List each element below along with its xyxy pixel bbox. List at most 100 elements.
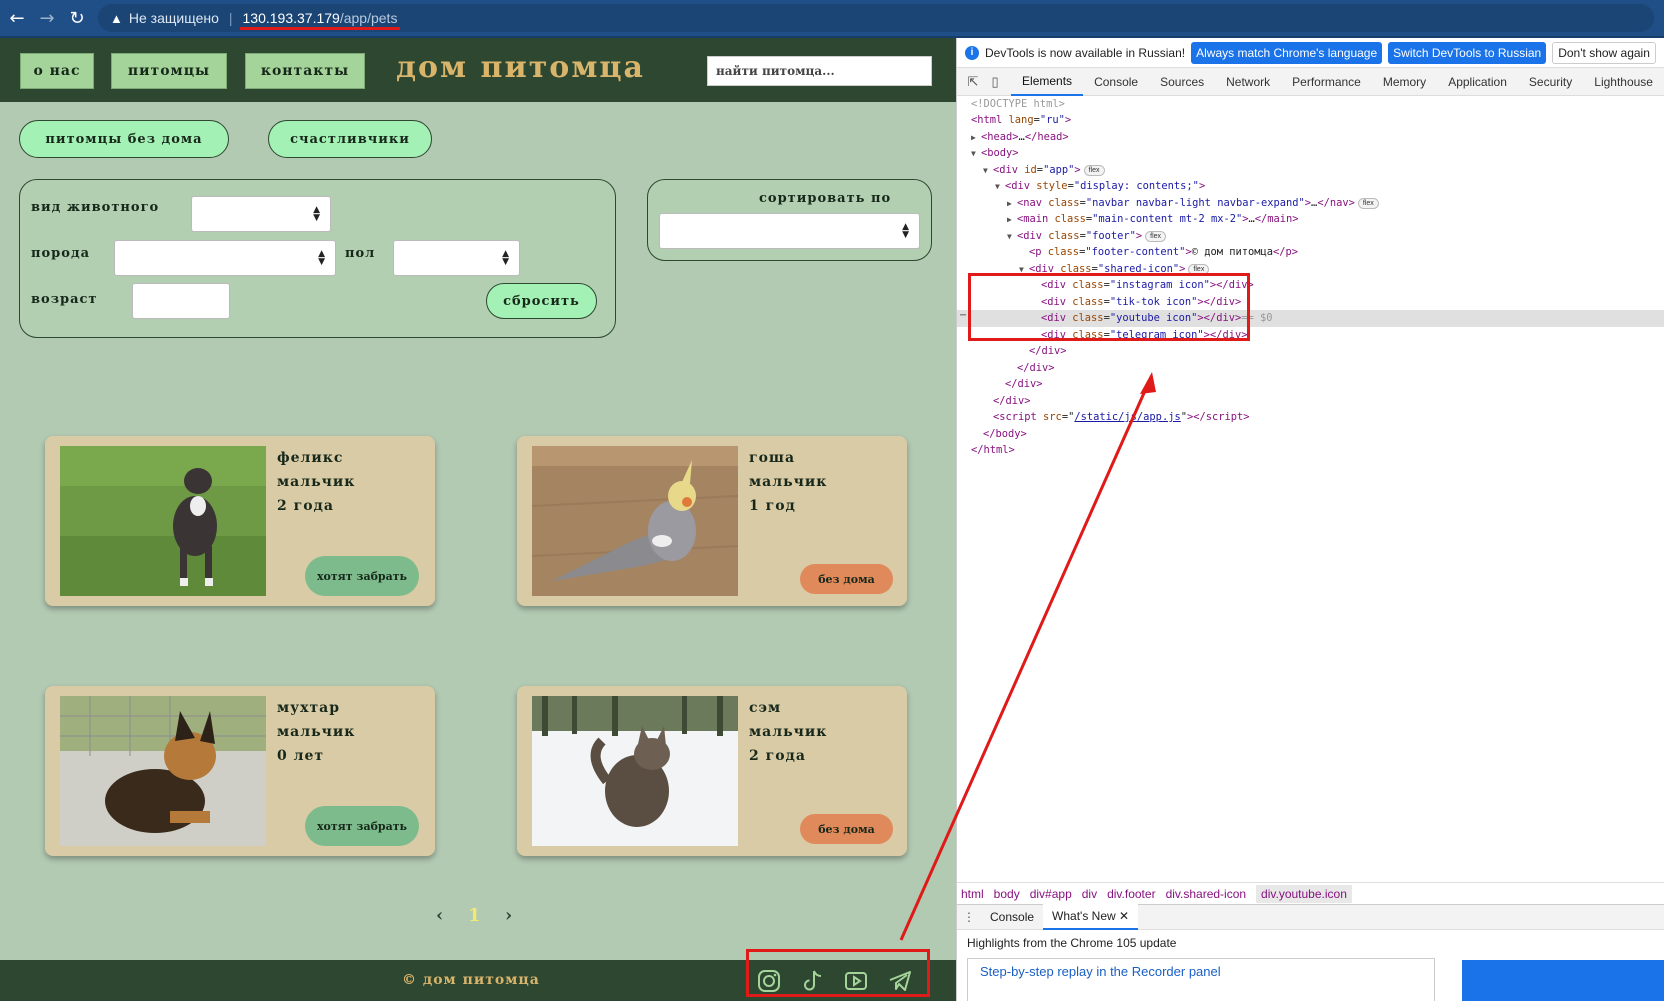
reset-button[interactable]: сбросить [486,283,597,319]
pet-name: сэм [749,700,782,716]
dom-node[interactable]: </div> [957,376,1664,393]
breadcrumb-footer[interactable]: div.footer [1107,887,1155,901]
dom-node[interactable]: </html> [957,442,1664,459]
pager-next-button[interactable]: › [505,905,512,926]
lucky-pets-button[interactable]: счастливчики [268,120,432,158]
devtools-infobar: i DevTools is now available in Russian! … [957,38,1664,68]
status-badge: хотят забрать [305,556,419,596]
more-options-icon[interactable]: ⋯ [960,310,966,321]
dom-node[interactable]: </div> [957,393,1664,410]
dom-node[interactable]: </div> [957,360,1664,377]
match-language-button[interactable]: Always match Chrome's language [1191,41,1383,64]
dom-node[interactable]: <script src="/static/js/app.js"></script… [957,409,1664,426]
pet-age: 2 года [749,748,806,764]
age-input[interactable] [132,283,230,319]
url-host: 130.193.37.179 [242,10,340,26]
dom-node[interactable]: <p class="footer-content">© дом питомца<… [957,244,1664,261]
brand-title: дом питомца [396,50,645,85]
nav-about-button[interactable]: о нас [20,53,94,89]
select-arrows-icon: ▲ ▼ [313,205,320,223]
url-path: /app/pets [339,10,398,26]
drawer-tab-console[interactable]: Console [981,904,1043,930]
pet-info: феликс мальчик 2 года [277,446,355,518]
drawer-menu-icon[interactable]: ⋮ [957,904,981,930]
footer-copyright: © дом питомца [402,972,540,988]
dom-node[interactable]: ▼ <div class="footer"> flex [957,228,1664,245]
breed-label: порода [31,246,91,261]
dom-node[interactable]: <html lang="ru"> [957,112,1664,129]
status-badge: без дома [800,814,893,844]
tab-application[interactable]: Application [1437,68,1518,96]
device-toolbar-icon[interactable]: ▯ [989,74,1001,90]
homeless-pets-button[interactable]: питомцы без дома [19,120,229,158]
pet-photo [532,696,738,846]
dom-node[interactable]: </div> [957,343,1664,360]
icons-annotation-box [746,949,930,997]
drawer-tab-whats-new[interactable]: What's New ✕ [1043,904,1139,930]
whats-new-image [1462,960,1664,1001]
tab-sources[interactable]: Sources [1149,68,1215,96]
close-icon[interactable]: ✕ [1119,909,1129,923]
devtools-panel: i DevTools is now available in Russian! … [956,38,1664,1001]
breadcrumb-app[interactable]: div#app [1030,887,1072,901]
pet-photo [60,696,266,846]
navbar: о нас питомцы контакты дом питомца найти… [0,38,956,102]
pet-card[interactable]: мухтар мальчик 0 лет хотят забрать [45,686,435,856]
dom-node[interactable]: ▶ <main class="main-content mt-2 mx-2">…<… [957,211,1664,228]
pet-card[interactable]: сэм мальчик 2 года без дома [517,686,907,856]
dom-node[interactable]: <!DOCTYPE html> [957,96,1664,113]
drawer-tab-whats-new-label: What's New [1052,909,1116,923]
species-label: вид животного [31,200,160,215]
dom-node[interactable]: ▶ <nav class="navbar navbar-light navbar-… [957,195,1664,212]
tab-lighthouse[interactable]: Lighthouse [1583,68,1664,96]
dom-node[interactable]: ▶ <head>…</head> [957,129,1664,146]
tab-memory[interactable]: Memory [1372,68,1437,96]
tab-security[interactable]: Security [1518,68,1583,96]
pet-info: сэм мальчик 2 года [749,696,827,768]
breadcrumb-div[interactable]: div [1082,887,1097,901]
search-input[interactable]: найти питомца... [707,56,932,86]
sort-select[interactable]: ▲ ▼ [659,213,920,249]
switch-russian-button[interactable]: Switch DevTools to Russian [1388,41,1547,64]
pet-sex: мальчик [277,474,356,490]
reload-icon[interactable]: ↻ [66,7,88,29]
dom-node[interactable]: ▼ <div style="display: contents;"> [957,178,1664,195]
nav-pets-button[interactable]: питомцы [111,53,227,89]
dom-node[interactable]: </body> [957,426,1664,443]
pet-card[interactable]: гоша мальчик 1 год без дома [517,436,907,606]
dom-annotation-box [968,273,1250,341]
breed-select[interactable]: ▲ ▼ [114,240,336,276]
whats-new-link[interactable]: Step-by-step replay in the Recorder pane… [980,964,1221,979]
select-arrows-icon: ▲ ▼ [318,249,325,267]
url-annotation-underline [240,27,400,30]
pager-prev-button[interactable]: ‹ [436,905,443,926]
drawer-tabs: ⋮ Console What's New ✕ [957,904,1664,930]
forward-icon[interactable]: → [36,7,58,29]
devtools-tabs: ⇱ ▯ Elements Console Sources Network Per… [957,68,1664,96]
security-label: Не защищено [128,10,219,26]
tab-performance[interactable]: Performance [1281,68,1372,96]
breadcrumb-body[interactable]: body [994,887,1020,901]
dom-node[interactable]: ▼ <body> [957,145,1664,162]
pet-info: гоша мальчик 1 год [749,446,827,518]
pager-current[interactable]: 1 [468,905,481,926]
status-badge: хотят забрать [305,806,419,846]
inspect-icon[interactable]: ⇱ [967,74,979,90]
tab-console[interactable]: Console [1083,68,1149,96]
dom-node[interactable]: ▼ <div id="app"> flex [957,162,1664,179]
tab-network[interactable]: Network [1215,68,1281,96]
species-select[interactable]: ▲ ▼ [191,196,331,232]
nav-contacts-button[interactable]: контакты [245,53,365,89]
sex-select[interactable]: ▲ ▼ [393,240,520,276]
pet-sex: мальчик [277,724,356,740]
breadcrumb-shared-icon[interactable]: div.shared-icon [1166,887,1246,901]
dont-show-button[interactable]: Don't show again [1552,41,1656,64]
breadcrumb-html[interactable]: html [961,887,984,901]
whats-new-card[interactable]: Step-by-step replay in the Recorder pane… [967,958,1435,1001]
select-arrows-icon: ▲ ▼ [502,249,509,267]
pet-card[interactable]: феликс мальчик 2 года хотят забрать [45,436,435,606]
warning-icon: ▲ [110,10,123,26]
breadcrumb-youtube-icon[interactable]: div.youtube.icon [1256,884,1352,903]
back-icon[interactable]: ← [6,7,28,29]
tab-elements[interactable]: Elements [1011,68,1084,96]
